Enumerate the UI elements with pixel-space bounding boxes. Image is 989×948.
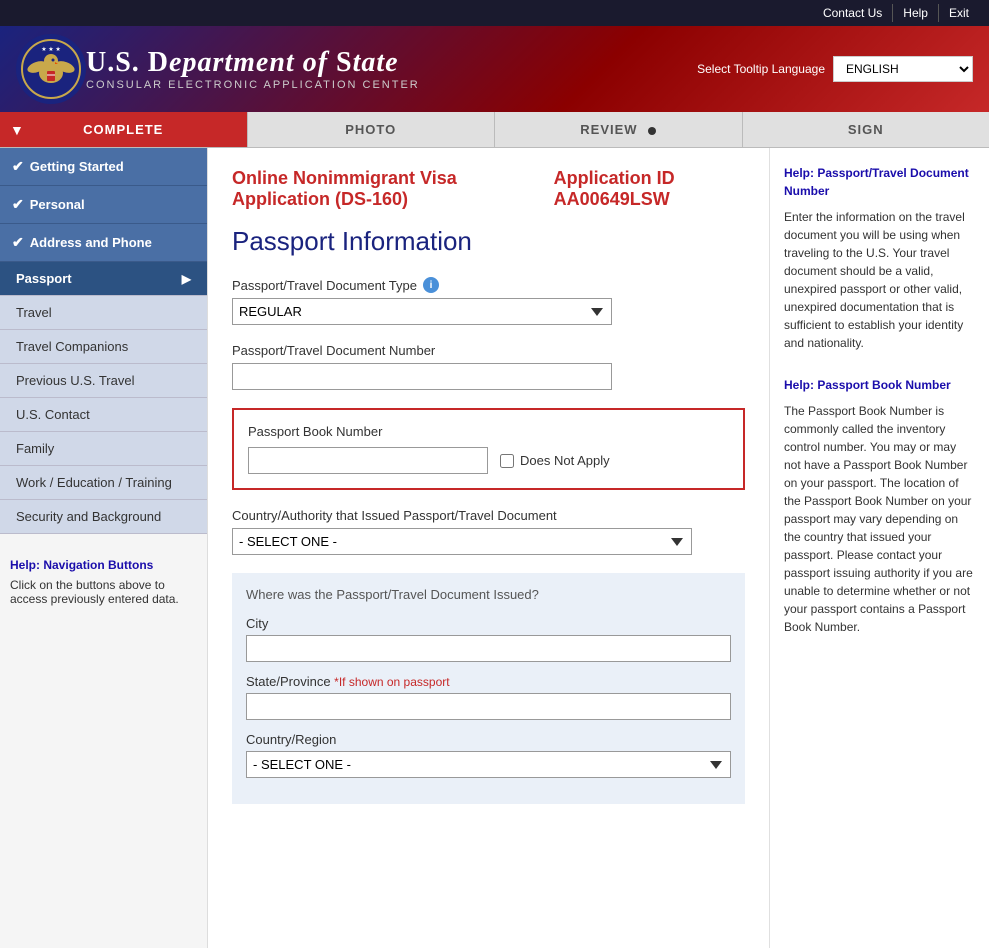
help-link-book-number[interactable]: Passport Book Number: [817, 378, 950, 392]
exit-link[interactable]: Exit: [939, 4, 979, 22]
sidebar-subitem-travel[interactable]: Travel: [0, 296, 207, 330]
sidebar-item-getting-started[interactable]: ✔ Getting Started: [0, 148, 207, 186]
check-icon: ✔: [12, 234, 24, 251]
sidebar-subitem-passport[interactable]: Passport ▶: [0, 262, 207, 296]
passport-book-number-section: Passport Book Number Does Not Apply: [232, 408, 745, 490]
department-name: U.S. Department of State: [86, 47, 697, 79]
header-title: U.S. Department of State CONSULAR ELECTR…: [86, 47, 697, 91]
sidebar-help-body: Click on the buttons above to access pre…: [10, 578, 197, 606]
nav-tabs: ▼ COMPLETE PHOTO REVIEW SIGN: [0, 112, 989, 148]
country-issued-group: Country/Authority that Issued Passport/T…: [232, 508, 745, 555]
book-number-input[interactable]: [248, 447, 488, 474]
help-link[interactable]: Help: [893, 4, 939, 22]
country-region-label: Country/Region: [246, 732, 731, 747]
svg-text:★ ★ ★: ★ ★ ★: [41, 46, 60, 53]
check-icon: ✔: [12, 196, 24, 213]
help-heading-book-number: Help: Passport Book Number: [784, 376, 975, 394]
app-id-value: AA00649LSW: [554, 189, 670, 209]
sidebar-subitem-work-education[interactable]: Work / Education / Training: [0, 466, 207, 500]
sidebar-help-title: Help: Navigation Buttons: [10, 558, 197, 572]
sidebar: ✔ Getting Started ✔ Personal ✔ Address a…: [0, 148, 208, 948]
help-body-book-number: The Passport Book Number is commonly cal…: [784, 402, 975, 636]
top-bar: Contact Us Help Exit: [0, 0, 989, 26]
language-select[interactable]: ENGLISH SPANISH FRENCH PORTUGUESE: [833, 56, 973, 82]
state-label: State/Province *If shown on passport: [246, 674, 731, 689]
tab-arrow-icon: ▼: [10, 122, 25, 138]
page-heading: Passport Information: [232, 226, 745, 257]
doc-type-select-wrapper: REGULAR OFFICIAL DIPLOMATIC LAISSEZ-PASS…: [232, 298, 612, 325]
tab-photo[interactable]: PHOTO: [248, 112, 496, 147]
country-region-select[interactable]: - SELECT ONE -: [246, 751, 731, 778]
city-field: City: [246, 616, 731, 662]
tab-review-dot: [648, 127, 656, 135]
sidebar-subitem-previous-us-travel[interactable]: Previous U.S. Travel: [0, 364, 207, 398]
application-id: Application ID AA00649LSW: [554, 168, 745, 210]
arrow-icon: ▶: [182, 272, 191, 286]
content-area: Online Nonimmigrant Visa Application (DS…: [208, 148, 769, 948]
seal-logo: ★ ★ ★: [16, 34, 86, 104]
country-issued-select[interactable]: - SELECT ONE -: [232, 528, 692, 555]
doc-type-label: Passport/Travel Document Type i: [232, 277, 745, 293]
issued-where-label: Where was the Passport/Travel Document I…: [246, 587, 731, 602]
help-panel: Help: Passport/Travel Document Number En…: [769, 148, 989, 948]
check-icon: ✔: [12, 158, 24, 175]
tooltip-language-label: Select Tooltip Language: [697, 62, 825, 76]
state-input[interactable]: [246, 693, 731, 720]
book-number-label: Passport Book Number: [248, 424, 729, 439]
sidebar-subitem-security-background[interactable]: Security and Background: [0, 500, 207, 534]
form-title: Online Nonimmigrant Visa Application (DS…: [232, 168, 554, 210]
tab-complete[interactable]: ▼ COMPLETE: [0, 112, 248, 147]
sidebar-help: Help: Navigation Buttons Click on the bu…: [0, 544, 207, 620]
header: ★ ★ ★ U.S. Department of State CONSULAR …: [0, 26, 989, 112]
does-not-apply-checkbox[interactable]: [500, 454, 514, 468]
sidebar-nav-buttons-link[interactable]: Navigation Buttons: [43, 558, 153, 572]
issued-location-section: Where was the Passport/Travel Document I…: [232, 573, 745, 804]
help-section-doc-number: Help: Passport/Travel Document Number En…: [784, 164, 975, 352]
app-id-bar: Online Nonimmigrant Visa Application (DS…: [232, 168, 745, 210]
doc-number-group: Passport/Travel Document Number: [232, 343, 745, 390]
doc-type-group: Passport/Travel Document Type i REGULAR …: [232, 277, 745, 325]
language-selector-group: Select Tooltip Language ENGLISH SPANISH …: [697, 56, 973, 82]
sidebar-item-personal[interactable]: ✔ Personal: [0, 186, 207, 224]
sidebar-item-address-and-phone[interactable]: ✔ Address and Phone: [0, 224, 207, 262]
doc-number-input[interactable]: [232, 363, 612, 390]
tab-sign[interactable]: SIGN: [743, 112, 989, 147]
city-input[interactable]: [246, 635, 731, 662]
help-section-book-number: Help: Passport Book Number The Passport …: [784, 376, 975, 636]
country-region-field: Country/Region - SELECT ONE -: [246, 732, 731, 778]
sidebar-subitem-family[interactable]: Family: [0, 432, 207, 466]
info-icon[interactable]: i: [423, 277, 439, 293]
header-subtitle: CONSULAR ELECTRONIC APPLICATION CENTER: [86, 79, 697, 91]
does-not-apply-label[interactable]: Does Not Apply: [500, 453, 610, 468]
doc-number-label: Passport/Travel Document Number: [232, 343, 745, 358]
help-body-doc-number: Enter the information on the travel docu…: [784, 208, 975, 352]
state-required: *If shown on passport: [334, 675, 449, 689]
help-heading-doc-number: Help: Passport/Travel Document Number: [784, 164, 975, 200]
country-issued-label: Country/Authority that Issued Passport/T…: [232, 508, 745, 523]
sidebar-subitem-us-contact[interactable]: U.S. Contact: [0, 398, 207, 432]
doc-type-select[interactable]: REGULAR OFFICIAL DIPLOMATIC LAISSEZ-PASS…: [232, 298, 612, 325]
tab-review[interactable]: REVIEW: [495, 112, 743, 147]
sidebar-subitem-travel-companions[interactable]: Travel Companions: [0, 330, 207, 364]
city-label: City: [246, 616, 731, 631]
book-number-row: Does Not Apply: [248, 447, 729, 474]
main-layout: ✔ Getting Started ✔ Personal ✔ Address a…: [0, 148, 989, 948]
state-field: State/Province *If shown on passport: [246, 674, 731, 720]
contact-us-link[interactable]: Contact Us: [813, 4, 893, 22]
